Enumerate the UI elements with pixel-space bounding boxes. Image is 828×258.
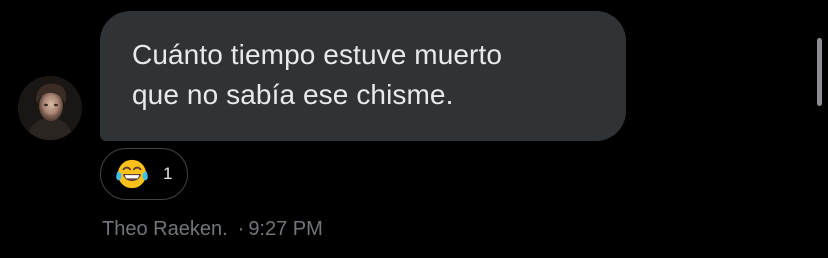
face-with-tears-of-joy-icon (116, 159, 148, 189)
sender-avatar[interactable] (18, 76, 82, 140)
message-text: Cuánto tiempo estuve muerto que no sabía… (132, 39, 503, 110)
message-bubble[interactable]: Cuánto tiempo estuve muerto que no sabía… (100, 11, 626, 141)
message-timestamp: 9:27 PM (248, 218, 323, 240)
sender-name[interactable]: Theo Raeken. (102, 216, 228, 242)
meta-separator: · (237, 218, 245, 240)
reaction-pill[interactable]: 1 (100, 148, 188, 200)
scrollbar[interactable] (817, 38, 822, 106)
message-meta: Theo Raeken. · 9:27 PM (102, 216, 323, 242)
reaction-count: 1 (163, 164, 173, 183)
avatar-image (18, 76, 82, 140)
